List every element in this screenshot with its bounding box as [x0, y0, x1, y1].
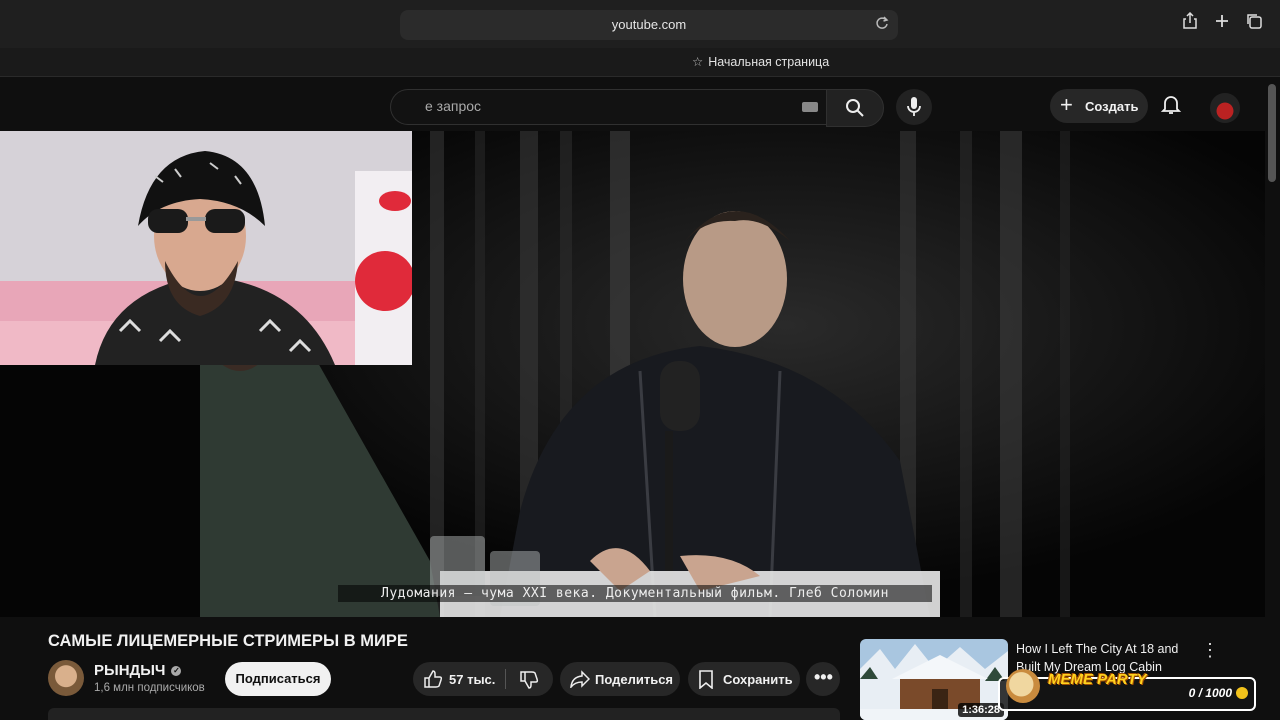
bell-icon[interactable] — [1160, 93, 1188, 121]
mic-icon — [907, 97, 921, 116]
new-tab-icon[interactable] — [1210, 12, 1234, 36]
search-button[interactable] — [826, 89, 884, 127]
kebab-icon[interactable]: ⋮ — [1200, 640, 1220, 660]
share-arrow-icon — [570, 670, 590, 688]
tabs-icon[interactable] — [1242, 12, 1266, 36]
share-icon[interactable] — [1178, 11, 1202, 36]
search-placeholder: е запрос — [425, 98, 482, 114]
share-label: Поделиться — [595, 672, 674, 687]
search-input[interactable]: е запрос — [390, 89, 826, 125]
dislike-icon[interactable] — [519, 670, 539, 690]
browser-toolbar: youtube.com — [0, 0, 1280, 48]
plus-icon: + — [1060, 92, 1073, 117]
share-button[interactable]: Поделиться — [560, 662, 680, 696]
channel-name: РЫНДЫЧ — [94, 662, 166, 679]
subscribe-button[interactable]: Подписаться — [225, 662, 331, 696]
video-title: САМЫЕ ЛИЦЕМЕРНЫЕ СТРИМЕРЫ В МИРЕ — [48, 632, 408, 650]
meme-party-counter: 0 / 1000 — [1188, 686, 1232, 700]
channel-name-row[interactable]: РЫНДЫЧ ✓ — [94, 662, 182, 679]
like-dislike-group: 57 тыс. — [413, 662, 553, 696]
keyboard-icon[interactable] — [802, 102, 818, 112]
like-count[interactable]: 57 тыс. — [449, 672, 495, 687]
webcam-frame — [0, 131, 412, 365]
address-bar[interactable]: youtube.com — [400, 10, 898, 40]
url-text: youtube.com — [611, 17, 687, 32]
recommended-thumbnail[interactable]: 1:36:28 — [860, 639, 1008, 720]
create-button[interactable]: + Создать — [1050, 89, 1148, 123]
verified-icon: ✓ — [171, 666, 182, 677]
account-avatar[interactable] — [1210, 93, 1240, 123]
doge-avatar — [1006, 669, 1040, 703]
streamer-webcam — [0, 131, 412, 365]
coin-icon — [1236, 687, 1248, 699]
more-icon: ••• — [814, 667, 833, 687]
page-scrollbar[interactable] — [1268, 84, 1276, 182]
description-box[interactable] — [48, 708, 840, 720]
search-icon — [846, 99, 864, 117]
meme-party-title: MEME PARTY — [1048, 671, 1147, 688]
reload-icon[interactable] — [872, 15, 892, 35]
meme-party-overlay: MEME PARTY 0 / 1000 — [998, 669, 1256, 711]
voice-search-button[interactable] — [896, 89, 932, 125]
youtube-header: е запрос + Создать — [0, 77, 1280, 131]
save-label: Сохранить — [723, 672, 793, 687]
like-divider — [505, 669, 506, 689]
save-button[interactable]: Сохранить — [688, 662, 800, 696]
star-icon: ☆ — [692, 55, 704, 69]
favorites-bar: ☆ Начальная страница — [0, 48, 1280, 77]
more-actions-button[interactable]: ••• — [806, 662, 840, 696]
like-icon[interactable] — [423, 669, 443, 689]
bookmark-icon — [699, 670, 713, 689]
favorites-item-label: Начальная страница — [708, 55, 830, 69]
channel-avatar[interactable] — [48, 660, 84, 696]
video-subtitle: Лудомания – чума XXI века. Документальны… — [338, 585, 932, 602]
subscriber-count: 1,6 млн подписчиков — [94, 682, 205, 694]
create-label: Создать — [1085, 99, 1139, 114]
favorites-item[interactable]: ☆ Начальная страница — [692, 54, 829, 69]
video-player[interactable]: Лудомания – чума XXI века. Документальны… — [0, 131, 1265, 617]
